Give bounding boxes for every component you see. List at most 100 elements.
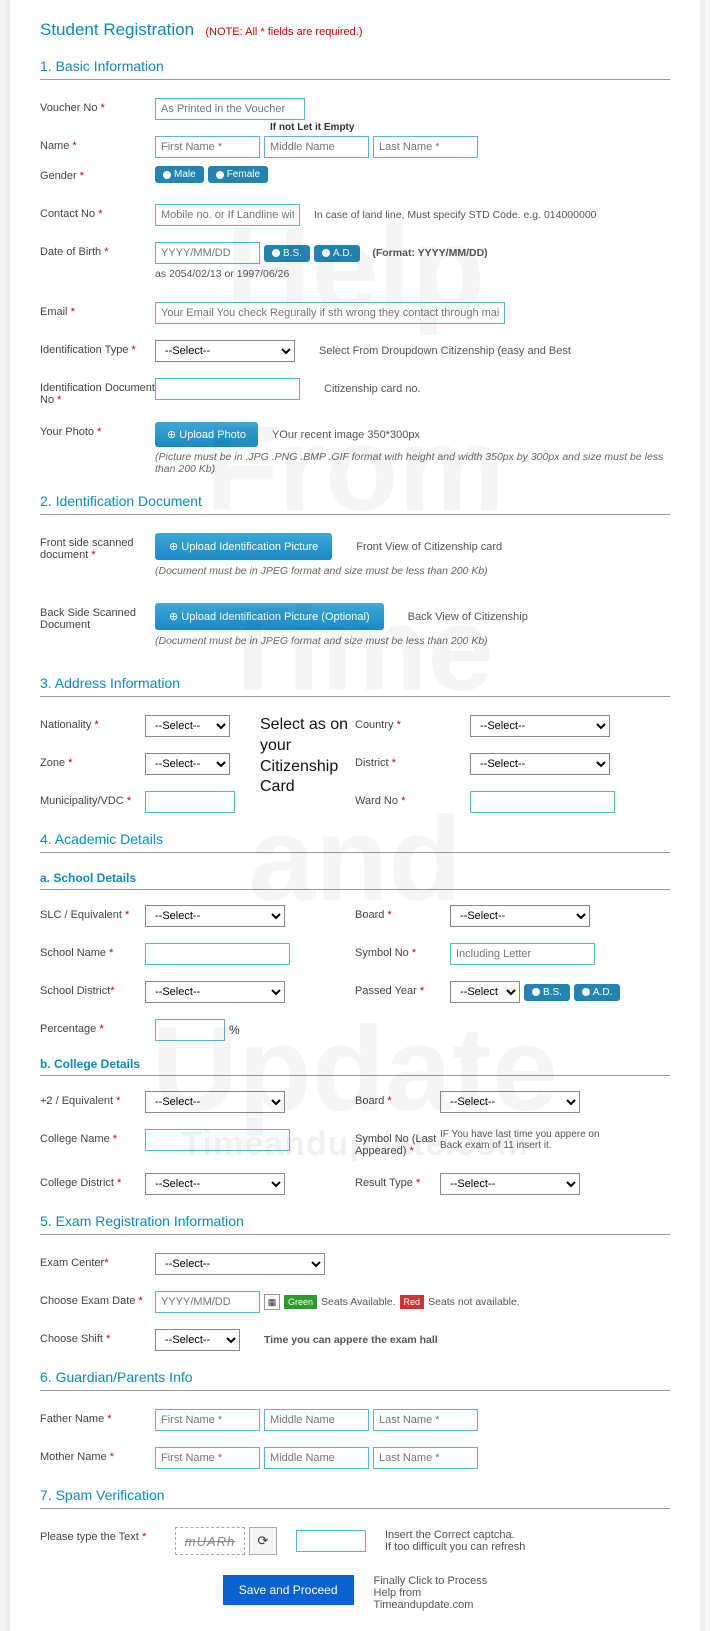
pct-label: Percentage [40, 1023, 96, 1035]
green-badge: Green [284, 1295, 317, 1309]
zone-label: Zone [40, 757, 65, 769]
symbol-input[interactable] [450, 943, 595, 965]
save-proceed-button[interactable]: Save and Proceed [223, 1575, 354, 1605]
zone-select[interactable]: --Select-- [145, 753, 230, 775]
front-hint: Front View of Citizenship card [356, 541, 502, 553]
schoolname-input[interactable] [145, 943, 290, 965]
collname-label: College Name [40, 1133, 110, 1145]
upload-photo-button[interactable]: ⊕ Upload Photo [155, 422, 258, 447]
pct-unit: % [229, 1023, 240, 1037]
frontscan-label: Front side scanned document [40, 537, 134, 561]
seats-na-hint: Seats not available. [428, 1296, 520, 1308]
gender-label: Gender [40, 170, 77, 182]
dob-input[interactable] [155, 242, 260, 264]
examdate-label: Choose Exam Date [40, 1295, 135, 1307]
father-fname-input[interactable] [155, 1409, 260, 1431]
address-overlay-note: Select as on your Citizenship Card [260, 715, 360, 798]
lname-input[interactable] [373, 136, 478, 158]
upload-back-button[interactable]: ⊕ Upload Identification Picture (Optiona… [155, 603, 384, 630]
calendar-icon[interactable]: ▦ [264, 1294, 280, 1310]
father-lname-input[interactable] [373, 1409, 478, 1431]
ward-input[interactable] [470, 791, 615, 813]
photo-label: Your Photo [40, 426, 94, 438]
section-exam: 5. Exam Registration Information [40, 1213, 670, 1235]
title-note: (NOTE: All * fields are required.) [205, 26, 362, 38]
restype-select[interactable]: --Select-- [440, 1173, 580, 1195]
symbol-last-label: Symbol No (Last Appeared) [355, 1133, 436, 1157]
symbol-label: Symbol No [355, 947, 409, 959]
voucher-input[interactable] [155, 98, 305, 120]
mother-fname-input[interactable] [155, 1447, 260, 1469]
shift-select[interactable]: --Select-- [155, 1329, 240, 1351]
captcha-hint2: If too difficult you can refresh [385, 1541, 525, 1553]
upload-front-button[interactable]: ⊕ Upload Identification Picture [155, 533, 332, 560]
section-guardian: 6. Guardian/Parents Info [40, 1369, 670, 1391]
restype-label: Result Type [355, 1177, 413, 1189]
email-label: Email [40, 306, 68, 318]
radio-icon [163, 171, 171, 179]
mname-hint: If not Let it Empty [270, 122, 354, 133]
passedyr-select[interactable]: --Select-- [450, 981, 520, 1003]
bs-radio-2[interactable]: B.S. [524, 984, 570, 1001]
nationality-select[interactable]: --Select-- [145, 715, 230, 737]
mother-lname-input[interactable] [373, 1447, 478, 1469]
radio-icon [322, 249, 330, 257]
ad-radio[interactable]: A.D. [314, 245, 360, 262]
father-mname-input[interactable] [264, 1409, 369, 1431]
plus2-select[interactable]: --Select-- [145, 1091, 285, 1113]
symbol-last-hint: IF You have last time you appere on Back… [440, 1129, 620, 1157]
dob-eg-hint: as 2054/02/13 or 1997/06/26 [155, 268, 289, 280]
mother-mname-input[interactable] [264, 1447, 369, 1469]
female-radio[interactable]: Female [208, 166, 268, 183]
ward-label: Ward No [355, 795, 398, 807]
dob-label: Date of Birth [40, 246, 101, 258]
board-label: Board [355, 909, 384, 921]
radio-icon [216, 171, 224, 179]
board-select[interactable]: --Select-- [450, 905, 590, 927]
captcha-input[interactable] [296, 1530, 366, 1552]
colldist-select[interactable]: --Select-- [145, 1173, 285, 1195]
slc-label: SLC / Equivalent [40, 909, 122, 921]
iddoc-input[interactable] [155, 378, 300, 400]
captcha-image: mUARh [175, 1527, 245, 1555]
bs-radio[interactable]: B.S. [264, 245, 310, 262]
idtype-hint: Select From Droupdown Citizenship (easy … [319, 345, 571, 357]
country-select[interactable]: --Select-- [470, 715, 610, 737]
slc-select[interactable]: --Select-- [145, 905, 285, 927]
back-fmt-hint: (Document must be in JPEG format and siz… [155, 635, 488, 647]
captcha-label: Please type the Text [40, 1531, 139, 1543]
board2-label: Board [355, 1095, 384, 1107]
passedyr-label: Passed Year [355, 985, 417, 997]
mname-input[interactable] [264, 136, 369, 158]
ad-radio-2[interactable]: A.D. [574, 984, 620, 1001]
refresh-captcha-button[interactable]: ⟳ [249, 1527, 277, 1555]
examcenter-label: Exam Center [40, 1257, 104, 1269]
voucher-label: Voucher No [40, 102, 97, 114]
fname-input[interactable] [155, 136, 260, 158]
section-basic: 1. Basic Information [40, 58, 670, 80]
contact-input[interactable] [155, 204, 300, 226]
radio-icon [582, 988, 590, 996]
male-radio[interactable]: Male [155, 166, 204, 183]
email-input[interactable] [155, 302, 505, 324]
radio-icon [272, 249, 280, 257]
mother-label: Mother Name [40, 1451, 107, 1463]
section-school: a. School Details [40, 871, 670, 890]
shift-hint: Time you can appere the exam hall [264, 1334, 438, 1346]
examcenter-select[interactable]: --Select-- [155, 1253, 325, 1275]
examdate-input[interactable] [155, 1291, 260, 1313]
photo-hint: YOur recent image 350*300px [272, 429, 420, 441]
pct-input[interactable] [155, 1019, 225, 1041]
board2-select[interactable]: --Select-- [440, 1091, 580, 1113]
muni-input[interactable] [145, 791, 235, 813]
idtype-select[interactable]: --Select-- [155, 340, 295, 362]
district-select[interactable]: --Select-- [470, 753, 610, 775]
colldist-label: College District [40, 1177, 114, 1189]
collname-input[interactable] [145, 1129, 290, 1151]
plus2-label: +2 / Equivalent [40, 1095, 113, 1107]
photo-fmt-hint: (Picture must be in .JPG .PNG .BMP .GIF … [155, 451, 670, 475]
submit-hint3: Timeandupdate.com [374, 1599, 488, 1611]
schooldist-label: School District [40, 985, 110, 997]
name-label: Name [40, 140, 69, 152]
schooldist-select[interactable]: --Select-- [145, 981, 285, 1003]
